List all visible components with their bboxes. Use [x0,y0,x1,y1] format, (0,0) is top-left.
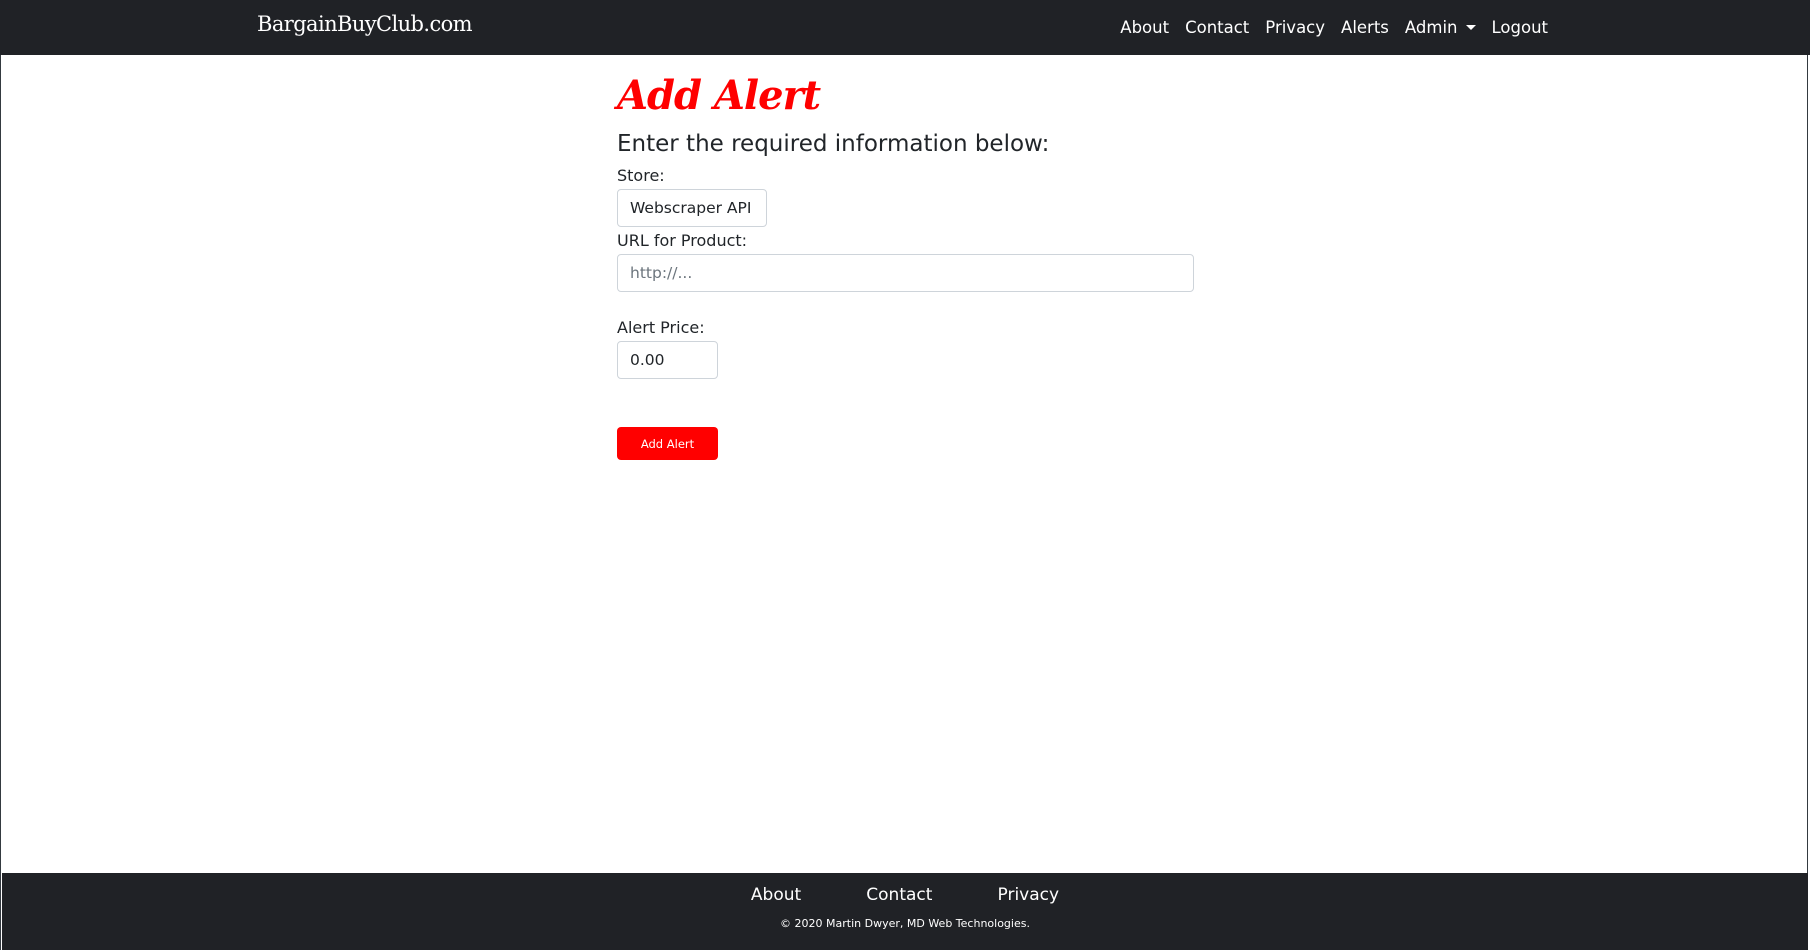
caret-down-icon [1465,25,1476,30]
footer-privacy-link[interactable]: Privacy [998,885,1060,905]
footer: About Contact Privacy © 2020 Martin Dwye… [2,873,1808,950]
store-input[interactable] [617,189,767,227]
url-label: URL for Product: [617,231,748,250]
top-navbar: BargainBuyClub.com About Contact Privacy… [0,0,1810,55]
nav-privacy-link[interactable]: Privacy [1265,18,1325,37]
copyright-text: © 2020 Martin Dwyer, MD Web Technologies… [780,917,1030,930]
form-subtitle: Enter the required information below: [617,131,1050,157]
nav-about-link[interactable]: About [1120,18,1169,37]
brand-logo-link[interactable]: BargainBuyClub.com [257,12,473,36]
footer-links: About Contact Privacy [2,885,1808,905]
alert-price-input[interactable] [617,341,718,379]
nav-admin-label: Admin [1404,18,1458,37]
footer-about-link[interactable]: About [751,885,801,905]
nav-logout-link[interactable]: Logout [1492,18,1549,37]
alert-price-label: Alert Price: [617,318,705,337]
add-alert-button[interactable]: Add Alert [617,427,718,460]
nav-links: About Contact Privacy Alerts Admin Logou… [1104,0,1548,55]
nav-contact-link[interactable]: Contact [1185,18,1249,37]
nav-alerts-link[interactable]: Alerts [1341,18,1389,37]
page-title: Add Alert [617,72,821,119]
footer-contact-link[interactable]: Contact [866,885,932,905]
store-label: Store: [617,166,665,185]
product-url-input[interactable] [617,254,1194,292]
nav-admin-dropdown[interactable]: Admin [1405,18,1476,37]
form-spacer [617,379,1217,427]
add-alert-form: Add Alert Enter the required information… [617,68,1217,460]
